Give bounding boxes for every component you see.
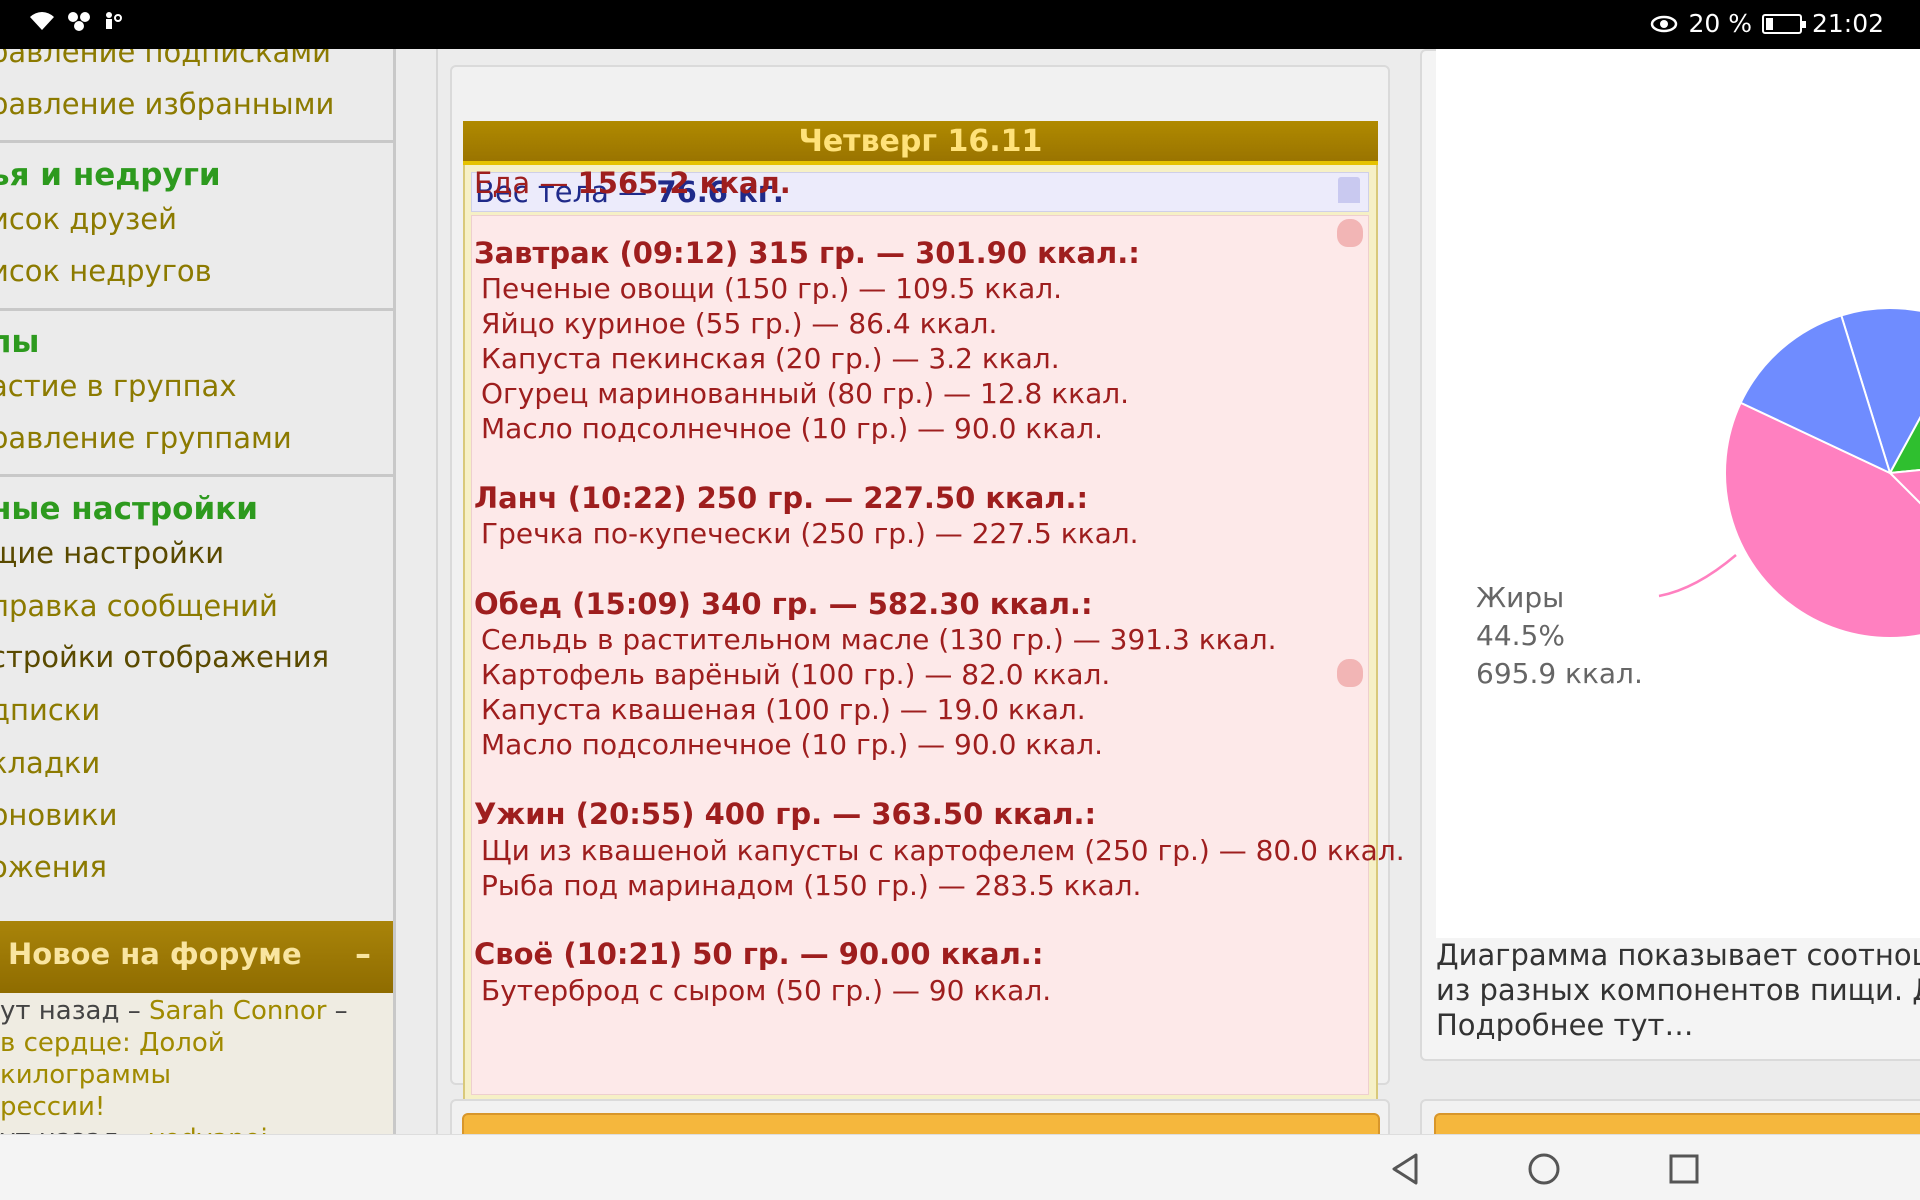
- sidebar-link-subscriptions[interactable]: дписки: [0, 693, 100, 727]
- food-item: Сельдь в растительном масле (130 гр.) — …: [481, 623, 1277, 656]
- food-item: Щи из квашеной капусты с картофелем (250…: [481, 834, 1405, 867]
- pie-group: [1658, 307, 1920, 639]
- eye-icon: [1651, 15, 1678, 32]
- bluetooth-devices-icon: [68, 12, 90, 31]
- day-header: Четверг 16.11: [463, 121, 1378, 165]
- food-item: Масло подсолнечное (10 гр.) — 90.0 ккал.: [481, 728, 1104, 761]
- chart-description: из разных компонентов пищи. Дру: [1436, 973, 1920, 1007]
- macro-pie-chart: [1658, 307, 1920, 639]
- status-right: 20 % 21:02: [1650, 9, 1884, 38]
- food-item: Масло подсолнечное (10 гр.) — 90.0 ккал.: [481, 412, 1104, 445]
- food-total: Еда — 1565.2 ккал.: [474, 166, 791, 200]
- pie-label-percent: 44.5%: [1476, 619, 1565, 652]
- forum-user-link[interactable]: Sarah Connor: [149, 996, 326, 1026]
- sidebar-link-group-membership[interactable]: астие в группах: [0, 369, 237, 403]
- forum-topic-link[interactable]: в сердце: Долой килограммы: [0, 1027, 393, 1091]
- forum-collapse-button[interactable]: –: [355, 935, 371, 973]
- sidebar-link-manage-favorites[interactable]: равление избранными: [0, 87, 334, 121]
- sidebar-link-manage-subscriptions[interactable]: равление подписками: [0, 49, 331, 69]
- sidebar-heading-friends: ья и недруги: [0, 157, 221, 193]
- meal-title-custom: Своё (10:21) 50 гр. — 90.00 ккал.:: [474, 937, 1044, 971]
- food-item: Яйцо куриное (55 гр.) — 86.4 ккал.: [481, 307, 998, 340]
- battery-percent: 20 %: [1688, 9, 1752, 38]
- meal-title-dinner: Обед (15:09) 340 гр. — 582.30 ккал.:: [474, 587, 1093, 621]
- chart-more-link[interactable]: Подробнее тут…: [1436, 1008, 1693, 1042]
- sidebar-heading-settings: ные настройки: [0, 491, 258, 527]
- next-card-header: [462, 1113, 1380, 1134]
- home-icon[interactable]: [1524, 1149, 1564, 1189]
- sidebar: равление подписками равление избранными …: [0, 49, 396, 1134]
- battery-icon: [1761, 13, 1806, 34]
- food-item: Огурец маринованный (80 гр.) — 12.8 ккал…: [481, 377, 1130, 410]
- status-left: [28, 10, 124, 32]
- meal-title-supper: Ужин (20:55) 400 гр. — 363.50 ккал.:: [474, 797, 1097, 831]
- clock: 21:02: [1811, 9, 1884, 38]
- back-icon[interactable]: [1386, 1149, 1426, 1189]
- sidebar-link-friends-list[interactable]: исок друзей: [0, 202, 177, 236]
- food-item: Картофель варёный (100 гр.) — 82.0 ккал.: [481, 658, 1111, 691]
- accessibility-icon: [106, 12, 122, 29]
- meal-title-breakfast: Завтрак (09:12) 315 гр. — 301.90 ккал.:: [474, 236, 1140, 270]
- food-item: Печеные овощи (150 гр.) — 109.5 ккал.: [481, 272, 1063, 305]
- hand-pointer-icon[interactable]: [1337, 659, 1363, 687]
- next-right-card-header: [1434, 1113, 1920, 1134]
- sidebar-heading-groups: пы: [0, 324, 40, 360]
- wifi-icon: [30, 12, 54, 30]
- pie-leader-line: [1658, 554, 1737, 598]
- sidebar-link-general-settings[interactable]: щие настройки: [0, 536, 224, 570]
- sidebar-link-attachments[interactable]: ожения: [0, 850, 107, 884]
- food-item: Капуста квашеная (100 гр.) — 19.0 ккал.: [481, 693, 1086, 726]
- system-nav-bar: [0, 1134, 1920, 1200]
- forum-entry: ут назад – Sarah Connor –: [0, 996, 348, 1026]
- forum-widget-title: Новое на форуме: [8, 937, 302, 971]
- scale-icon[interactable]: [1338, 177, 1360, 203]
- forum-user-link[interactable]: vodyanoi: [149, 1124, 268, 1134]
- sidebar-link-display-settings[interactable]: стройки отображения: [0, 640, 329, 674]
- forum-widget-body: ут назад – Sarah Connor – в сердце: Доло…: [0, 993, 396, 1134]
- food-item: Гречка по-купечески (250 гр.) — 227.5 кк…: [481, 517, 1139, 550]
- sidebar-link-messages[interactable]: правка сообщений: [0, 589, 278, 623]
- food-item: Капуста пекинская (20 гр.) — 3.2 ккал.: [481, 342, 1060, 375]
- hand-pointer-icon[interactable]: [1337, 219, 1363, 247]
- browser-viewport: равление подписками равление избранными …: [0, 49, 1920, 1134]
- status-bar: 20 % 21:02: [0, 0, 1920, 49]
- pie-label-kcal: 695.9 ккал.: [1476, 657, 1643, 690]
- sidebar-link-manage-groups[interactable]: равление группами: [0, 421, 292, 455]
- food-item: Рыба под маринадом (150 гр.) — 283.5 кка…: [481, 869, 1142, 902]
- recents-icon[interactable]: [1664, 1149, 1704, 1189]
- chart-description: Диаграмма показывает соотношен: [1436, 938, 1920, 972]
- sidebar-link-bookmarks[interactable]: кладки: [0, 746, 100, 780]
- food-item: Бутерброд с сыром (50 гр.) — 90 ккал.: [481, 974, 1052, 1007]
- sidebar-link-drafts[interactable]: рновики: [0, 798, 117, 832]
- meal-title-lunch: Ланч (10:22) 250 гр. — 227.50 ккал.:: [474, 481, 1089, 515]
- pie-label-name: Жиры: [1476, 581, 1565, 614]
- forum-widget-header: Новое на форуме –: [0, 921, 396, 993]
- forum-topic-link-cont[interactable]: рессии!: [0, 1091, 393, 1123]
- sidebar-link-enemies-list[interactable]: исок недругов: [0, 254, 212, 288]
- column-divider: [436, 49, 438, 1134]
- forum-entry: ут назад – vodyanoi – Давайте: [0, 1123, 393, 1134]
